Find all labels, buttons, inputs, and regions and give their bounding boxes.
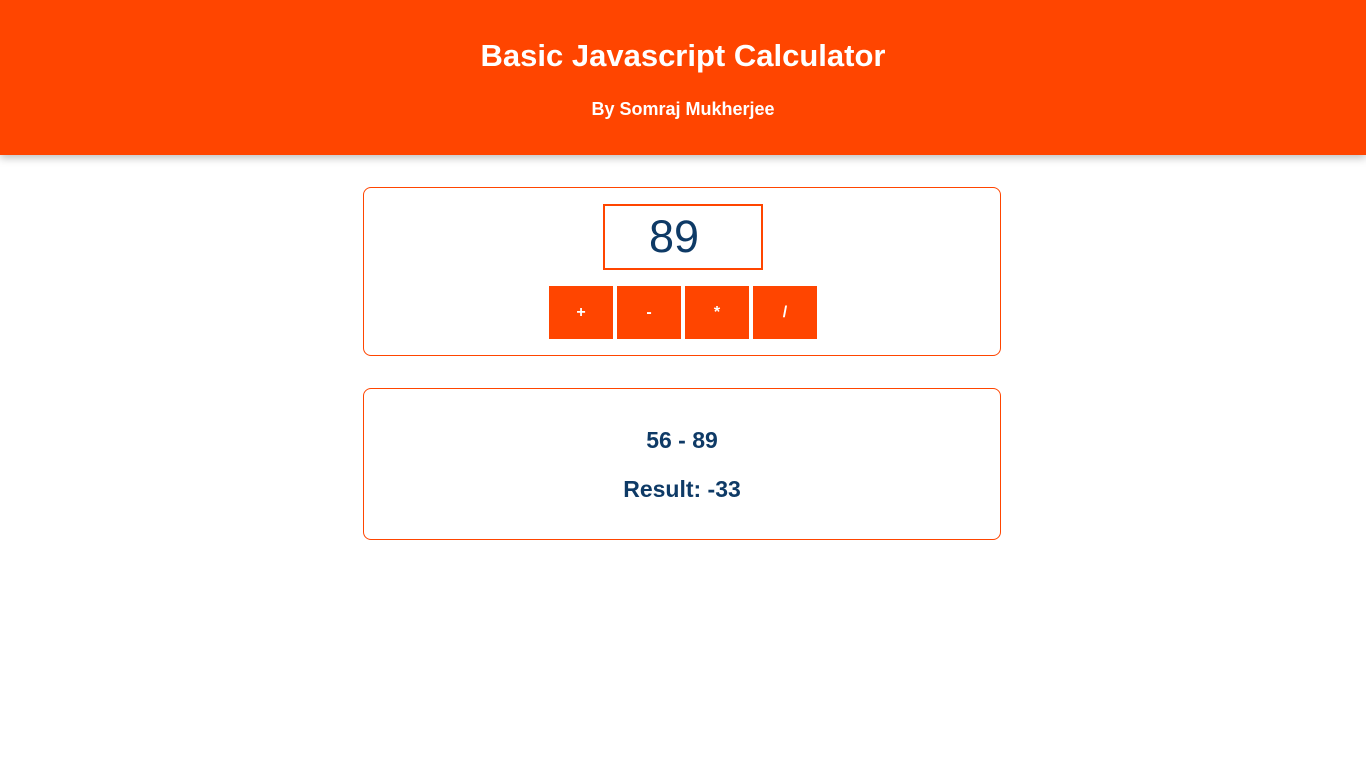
number-input[interactable] — [603, 204, 763, 270]
page-header: Basic Javascript Calculator By Somraj Mu… — [0, 0, 1366, 155]
page-title: Basic Javascript Calculator — [480, 38, 886, 73]
page-subtitle: By Somraj Mukherjee — [591, 99, 775, 119]
expression-text: 56 - 89 — [646, 427, 718, 453]
result-text: Result: -33 — [623, 476, 741, 502]
multiply-button[interactable]: * — [685, 286, 749, 339]
subtract-button[interactable]: - — [617, 286, 681, 339]
operator-buttons: + - * / — [549, 286, 817, 339]
add-button[interactable]: + — [549, 286, 613, 339]
calculator-output-card: 56 - 89 Result: -33 — [363, 388, 1001, 540]
divide-button[interactable]: / — [753, 286, 817, 339]
calculator-input-card: + - * / — [363, 187, 1001, 356]
